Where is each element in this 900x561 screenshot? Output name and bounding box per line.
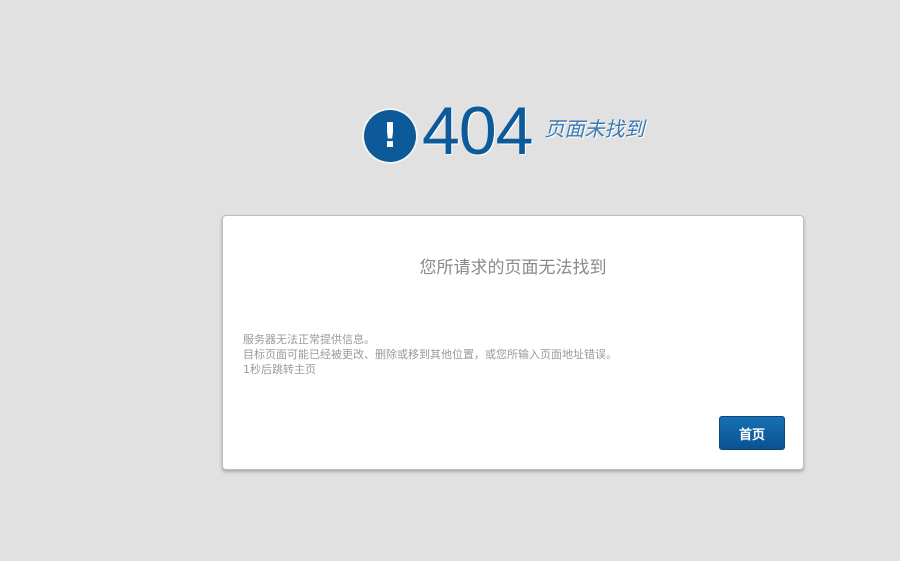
message-line: 服务器无法正常提供信息。 bbox=[243, 333, 375, 346]
redirect-countdown: 1秒后跳转主页 bbox=[243, 363, 316, 376]
error-card: 您所请求的页面无法找到 服务器无法正常提供信息。 目标页面可能已经被更改、删除或… bbox=[222, 215, 804, 470]
error-code: 404 bbox=[422, 93, 533, 169]
error-message: 服务器无法正常提供信息。 目标页面可能已经被更改、删除或移到其他位置，或您所输入… bbox=[243, 332, 617, 377]
error-header: ! 404 页面未找到 bbox=[364, 96, 644, 166]
message-line: 目标页面可能已经被更改、删除或移到其他位置，或您所输入页面地址错误。 bbox=[243, 348, 617, 361]
error-page: ! 404 页面未找到 您所请求的页面无法找到 服务器无法正常提供信息。 目标页… bbox=[0, 0, 900, 561]
exclamation-icon: ! bbox=[364, 110, 416, 162]
error-caption: 页面未找到 bbox=[544, 116, 645, 141]
home-button[interactable]: 首页 bbox=[719, 416, 785, 450]
card-title: 您所请求的页面无法找到 bbox=[419, 258, 607, 278]
